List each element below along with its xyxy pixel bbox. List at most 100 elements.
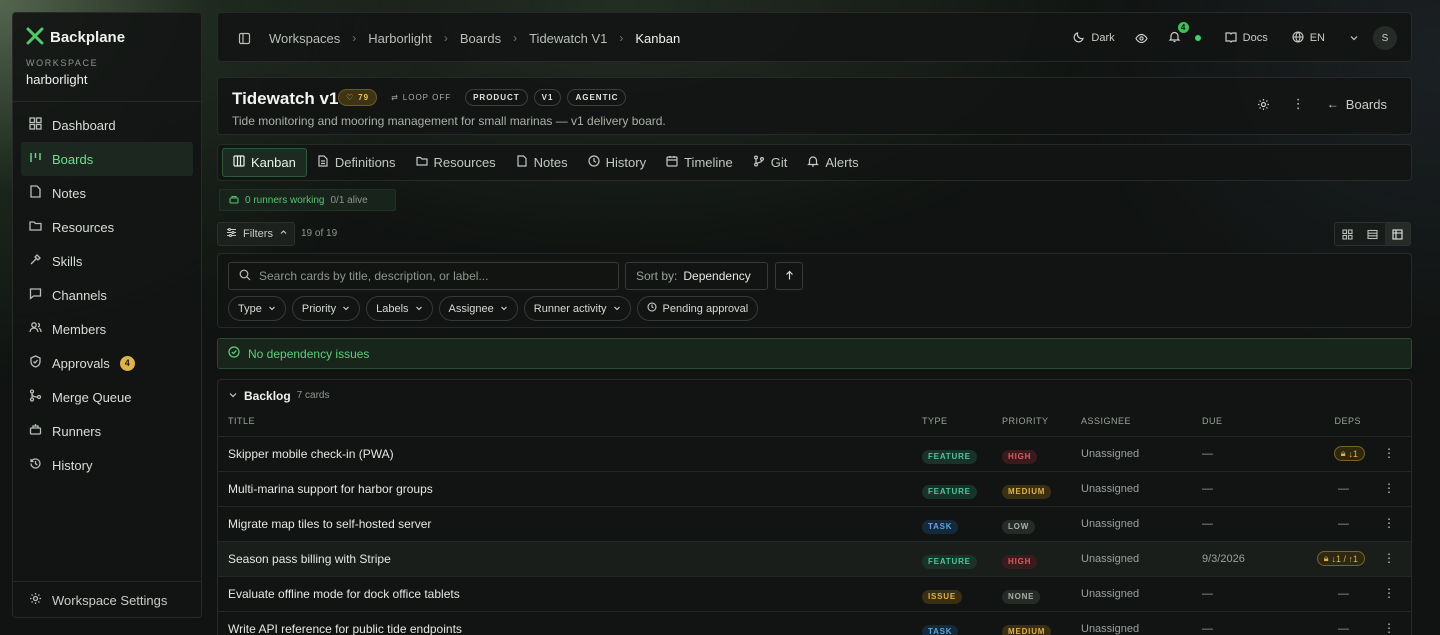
sidebar-item-label: Approvals: [52, 355, 110, 371]
avatar[interactable]: S: [1373, 26, 1397, 50]
breadcrumb-boards[interactable]: Boards: [452, 31, 509, 46]
row-title: Skipper mobile check-in (PWA): [228, 447, 394, 461]
sidebar-item-skills[interactable]: Skills: [21, 244, 193, 278]
chevron-down-icon[interactable]: [1349, 33, 1359, 43]
tab-resources[interactable]: Resources: [406, 148, 506, 177]
sidebar-item-members[interactable]: Members: [21, 312, 193, 346]
row-more-icon[interactable]: ⋮: [1383, 621, 1395, 635]
loop-toggle[interactable]: ⇄ LOOP OFF: [383, 89, 459, 106]
grid-view-icon[interactable]: [1335, 223, 1360, 245]
brand[interactable]: Backplane: [26, 27, 125, 48]
priority-badge: HIGH: [1002, 555, 1038, 569]
row-assignee[interactable]: Unassigned: [1081, 483, 1139, 495]
priority-badge: NONE: [1002, 590, 1041, 604]
table-row[interactable]: Season pass billing with Stripe FEATURE …: [218, 541, 1411, 576]
breadcrumb-harborlight[interactable]: Harborlight: [360, 31, 440, 46]
sidebar-toggle-icon[interactable]: [238, 32, 251, 45]
doc-icon: [317, 155, 329, 170]
filter-labels[interactable]: Labels: [366, 296, 433, 321]
filter-runner-activity[interactable]: Runner activity: [523, 296, 631, 321]
tab-kanban[interactable]: Kanban: [222, 148, 307, 177]
column-deps[interactable]: DEPS: [1334, 416, 1361, 426]
breadcrumb-workspaces[interactable]: Workspaces: [261, 31, 348, 46]
priority-badge: LOW: [1002, 520, 1036, 534]
table-row[interactable]: Skipper mobile check-in (PWA) FEATURE HI…: [218, 436, 1411, 471]
filter-pending-approval[interactable]: Pending approval: [636, 296, 759, 321]
table-row[interactable]: Multi-marina support for harbor groups F…: [218, 471, 1411, 506]
row-more-icon[interactable]: ⋮: [1383, 446, 1395, 460]
filter-panel: Search cards by title, description, or l…: [217, 253, 1412, 328]
column-title[interactable]: TITLE: [228, 416, 255, 426]
more-vertical-icon[interactable]: ⋮: [1292, 96, 1305, 112]
row-assignee[interactable]: Unassigned: [1081, 448, 1139, 460]
table-row[interactable]: Evaluate offline mode for dock office ta…: [218, 576, 1411, 611]
gear-icon[interactable]: [1257, 98, 1270, 111]
eye-icon[interactable]: [1134, 32, 1148, 45]
filter-priority[interactable]: Priority: [291, 296, 361, 321]
tab-git[interactable]: Git: [743, 148, 798, 177]
sidebar-item-boards[interactable]: Boards: [21, 142, 193, 176]
chevron-down-icon: [342, 303, 350, 315]
table-row[interactable]: Migrate map tiles to self-hosted server …: [218, 506, 1411, 541]
workspace-name[interactable]: harborlight: [26, 72, 87, 87]
sidebar-item-history[interactable]: History: [21, 448, 193, 482]
chip-label: Pending approval: [662, 302, 749, 315]
tab-timeline[interactable]: Timeline: [656, 148, 743, 177]
language-select[interactable]: EN: [1292, 30, 1325, 46]
sidebar-item-notes[interactable]: Notes: [21, 176, 193, 210]
filter-type[interactable]: Type: [228, 296, 286, 321]
backplane-logo-icon: [26, 27, 44, 48]
workspace-settings-button[interactable]: Workspace Settings: [29, 586, 167, 614]
row-assignee[interactable]: Unassigned: [1081, 518, 1139, 530]
breadcrumb-board[interactable]: Tidewatch V1: [521, 31, 615, 46]
sort-direction-button[interactable]: [775, 262, 803, 290]
row-more-icon[interactable]: ⋮: [1383, 516, 1395, 530]
sidebar-item-approvals[interactable]: Approvals 4: [21, 346, 193, 380]
page-title: Tidewatch v1: [232, 89, 339, 108]
sort-select[interactable]: Sort by: Dependency: [625, 262, 768, 290]
row-due: —: [1202, 448, 1213, 460]
theme-toggle[interactable]: Dark: [1073, 31, 1115, 46]
deps-badge[interactable]: 🔒︎ ↓1: [1333, 446, 1365, 461]
row-more-icon[interactable]: ⋮: [1383, 586, 1395, 600]
row-more-icon[interactable]: ⋮: [1383, 551, 1395, 565]
type-badge: ISSUE: [922, 590, 963, 604]
backlog-header[interactable]: Backlog 7 cards: [228, 388, 329, 403]
notifications-button[interactable]: 4: [1168, 22, 1189, 46]
search-input[interactable]: Search cards by title, description, or l…: [228, 262, 619, 290]
list-view-icon[interactable]: [1360, 223, 1385, 245]
row-due: —: [1202, 518, 1213, 530]
column-assignee[interactable]: ASSIGNEE: [1081, 416, 1131, 426]
tab-notes[interactable]: Notes: [506, 148, 578, 177]
back-to-boards-button[interactable]: ← Boards: [1327, 97, 1387, 112]
table-view-icon[interactable]: [1385, 223, 1410, 245]
runner-status: 0 runners working 0/1 alive: [219, 189, 396, 211]
column-priority[interactable]: PRIORITY: [1002, 416, 1049, 426]
column-type[interactable]: TYPE: [922, 416, 948, 426]
row-due: —: [1202, 483, 1213, 495]
deps-badge[interactable]: 🔒︎ ↓1 / ↑1: [1316, 551, 1365, 566]
chevron-down-icon: [613, 303, 621, 315]
filters-toggle-button[interactable]: Filters: [217, 222, 295, 246]
row-assignee[interactable]: Unassigned: [1081, 588, 1139, 600]
dashboard-icon: [29, 117, 42, 133]
row-title: Migrate map tiles to self-hosted server: [228, 517, 432, 531]
tab-history[interactable]: History: [578, 148, 656, 177]
globe-icon: [1292, 30, 1304, 46]
row-assignee[interactable]: Unassigned: [1081, 623, 1139, 635]
tab-definitions[interactable]: Definitions: [307, 148, 406, 177]
search-icon: [239, 269, 251, 284]
filter-assignee[interactable]: Assignee: [438, 296, 518, 321]
history-icon: [588, 155, 600, 170]
row-assignee[interactable]: Unassigned: [1081, 553, 1139, 565]
sidebar-item-channels[interactable]: Channels: [21, 278, 193, 312]
sidebar-item-dashboard[interactable]: Dashboard: [21, 108, 193, 142]
sidebar-item-merge-queue[interactable]: Merge Queue: [21, 380, 193, 414]
row-more-icon[interactable]: ⋮: [1383, 481, 1395, 495]
tab-alerts[interactable]: Alerts: [797, 148, 868, 177]
sidebar-item-runners[interactable]: Runners: [21, 414, 193, 448]
docs-link[interactable]: Docs: [1225, 31, 1268, 46]
sidebar-item-resources[interactable]: Resources: [21, 210, 193, 244]
column-due[interactable]: DUE: [1202, 416, 1223, 426]
table-row[interactable]: Write API reference for public tide endp…: [218, 611, 1411, 635]
